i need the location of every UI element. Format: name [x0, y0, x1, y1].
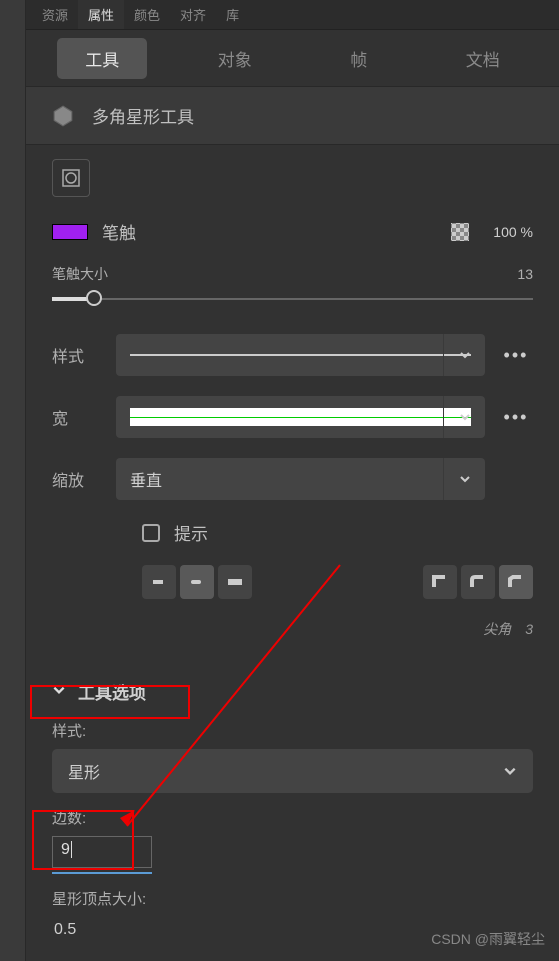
join-round-icon — [469, 573, 487, 591]
stroke-size-row: 笔触大小 13 — [26, 252, 559, 284]
cap-none-icon — [150, 573, 168, 591]
chevron-down-icon — [443, 458, 485, 500]
cap-round-button[interactable] — [180, 565, 214, 599]
tab-color[interactable]: 颜色 — [124, 0, 170, 29]
cap-group — [142, 565, 252, 599]
miter-value[interactable]: 3 — [525, 621, 533, 637]
object-drawing-toggle[interactable] — [52, 159, 90, 197]
slider-thumb[interactable] — [86, 290, 102, 306]
watermark: CSDN @雨翼轻尘 — [431, 929, 545, 949]
dock-btn-1[interactable] — [3, 10, 23, 30]
stroke-color-row: 笔触 100 % — [26, 211, 559, 252]
caps-joins-row — [26, 555, 559, 609]
join-bevel-icon — [507, 573, 525, 591]
tool-header: 多角星形工具 — [26, 86, 559, 145]
mode-tab-tool[interactable]: 工具 — [57, 38, 147, 79]
miter-label: 尖角 — [483, 619, 511, 639]
scale-row: 缩放 垂直 — [26, 448, 559, 510]
style-preview-line — [130, 354, 471, 356]
sides-label: 边数: — [52, 807, 533, 828]
mode-tab-frame[interactable]: 帧 — [322, 38, 395, 79]
width-label: 宽 — [52, 405, 102, 429]
width-more-button[interactable]: ••• — [499, 400, 533, 434]
sides-input[interactable]: 9 — [52, 836, 152, 868]
tab-properties[interactable]: 属性 — [78, 0, 124, 29]
stroke-size-value[interactable]: 13 — [517, 266, 533, 282]
stroke-label: 笔触 — [102, 219, 437, 244]
chevron-down-icon — [443, 396, 485, 438]
cap-round-icon — [188, 573, 206, 591]
left-dock — [0, 0, 26, 961]
hint-checkbox[interactable] — [142, 524, 160, 542]
stroke-size-slider[interactable] — [52, 284, 533, 314]
style-label: 样式 — [52, 343, 102, 367]
stroke-size-label: 笔触大小 — [52, 264, 108, 284]
hint-row: 提示 — [26, 510, 559, 555]
slider-track — [52, 298, 533, 300]
panel-tabs: 资源 属性 颜色 对齐 库 — [26, 0, 559, 30]
polystar-style-value: 星形 — [68, 759, 100, 783]
miter-row: 尖角 3 — [26, 609, 559, 649]
object-drawing-section — [26, 145, 559, 211]
tab-align[interactable]: 对齐 — [170, 0, 216, 29]
join-miter-button[interactable] — [423, 565, 457, 599]
cap-square-button[interactable] — [218, 565, 252, 599]
chevron-down-icon — [52, 683, 66, 700]
tab-resources[interactable]: 资源 — [32, 0, 78, 29]
stroke-opacity-value[interactable]: 100 % — [493, 224, 533, 240]
mode-tab-object[interactable]: 对象 — [190, 38, 280, 79]
object-drawing-icon — [61, 168, 81, 188]
mode-tab-document[interactable]: 文档 — [438, 38, 528, 79]
properties-panel: 资源 属性 颜色 对齐 库 工具 对象 帧 文档 多角星形工具 笔触 100 %… — [26, 0, 559, 961]
hint-label: 提示 — [174, 520, 208, 545]
cap-square-icon — [226, 573, 244, 591]
width-row: 宽 ••• — [26, 386, 559, 448]
polystar-style-label: 样式: — [52, 720, 533, 741]
width-profile-dropdown[interactable] — [116, 396, 485, 438]
stroke-color-swatch[interactable] — [52, 224, 88, 240]
sides-value: 9 — [61, 841, 70, 858]
width-preview — [130, 408, 471, 426]
tool-name: 多角星形工具 — [92, 103, 194, 128]
join-miter-icon — [431, 573, 449, 591]
scale-value: 垂直 — [130, 467, 162, 491]
tool-options-body: 样式: 星形 边数: 9 星形顶点大小: 0.5 — [26, 714, 559, 949]
join-round-button[interactable] — [461, 565, 495, 599]
join-bevel-button[interactable] — [499, 565, 533, 599]
polystar-icon — [52, 105, 74, 127]
chevron-down-icon — [503, 764, 517, 778]
tool-options-title: 工具选项 — [78, 679, 146, 704]
cap-none-button[interactable] — [142, 565, 176, 599]
tool-options-header[interactable]: 工具选项 — [26, 669, 559, 714]
scale-dropdown[interactable]: 垂直 — [116, 458, 485, 500]
style-more-button[interactable]: ••• — [499, 338, 533, 372]
point-size-label: 星形顶点大小: — [52, 888, 533, 909]
style-row: 样式 ••• — [26, 324, 559, 386]
stroke-style-dropdown[interactable] — [116, 334, 485, 376]
join-group — [423, 565, 533, 599]
scale-label: 缩放 — [52, 467, 102, 491]
input-focus-underline — [52, 872, 152, 874]
chevron-down-icon — [443, 334, 485, 376]
mode-tabs: 工具 对象 帧 文档 — [26, 30, 559, 86]
polystar-style-dropdown[interactable]: 星形 — [52, 749, 533, 793]
opacity-icon[interactable] — [451, 223, 469, 241]
tab-library[interactable]: 库 — [216, 0, 249, 29]
